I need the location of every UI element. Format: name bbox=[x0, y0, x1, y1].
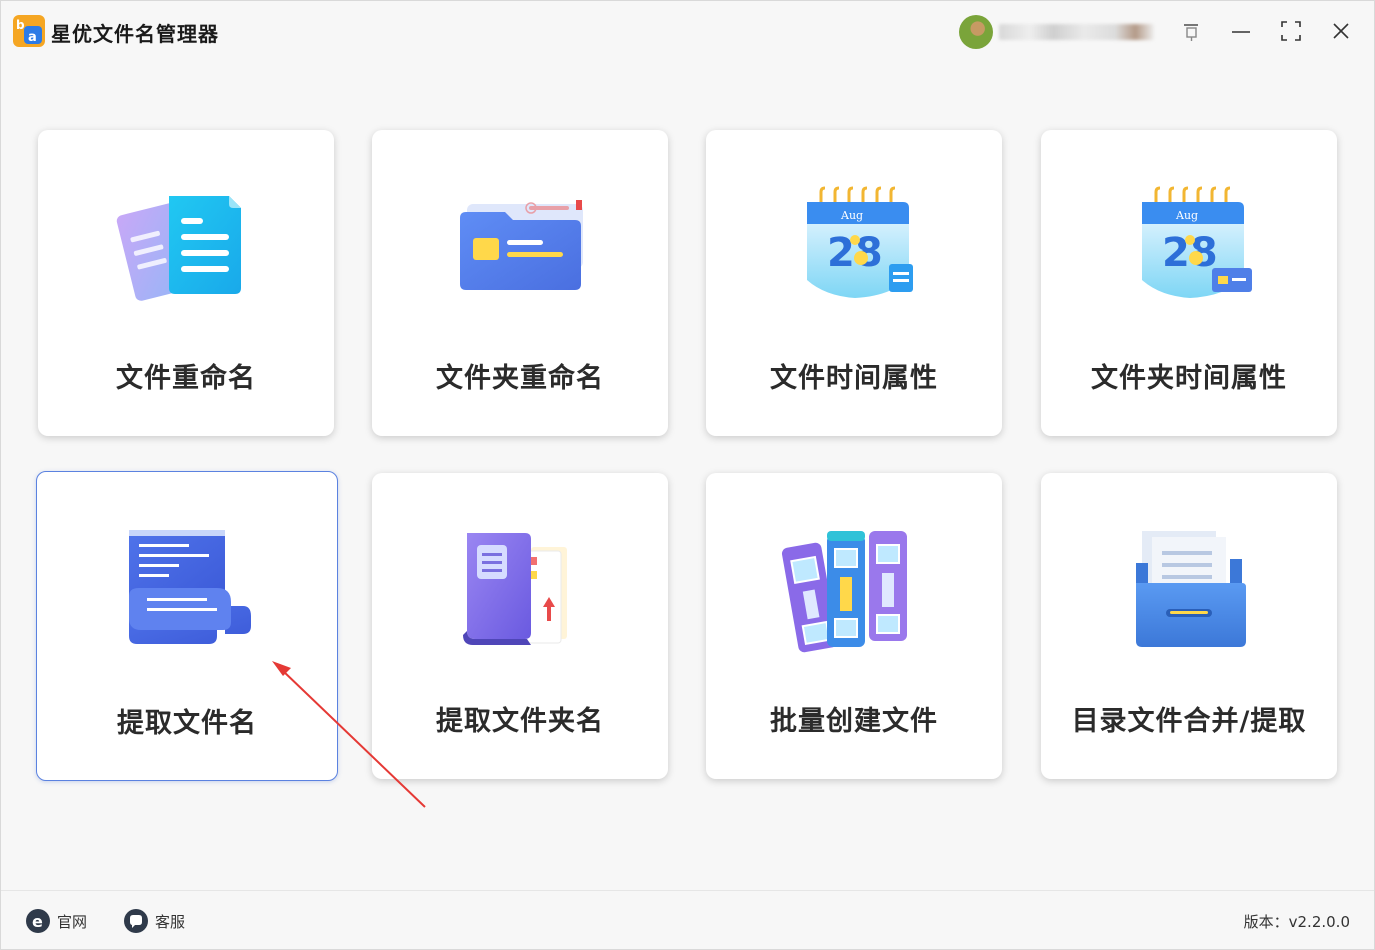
version-text: 版本：v2.2.0.0 bbox=[1243, 913, 1350, 931]
file-time-calendar-icon: Aug 28 bbox=[807, 186, 913, 298]
card-extract-foldername[interactable]: 提取文件夹名 bbox=[372, 473, 668, 779]
close-button[interactable] bbox=[1325, 15, 1357, 47]
app-logo-icon: b a bbox=[13, 15, 45, 47]
maximize-button[interactable] bbox=[1275, 15, 1307, 47]
app-title: 星优文件名管理器 bbox=[51, 22, 219, 46]
card-label: 文件夹时间属性 bbox=[1091, 363, 1287, 394]
pin-button[interactable] bbox=[1175, 15, 1207, 47]
logo-letter-b: b bbox=[16, 18, 25, 32]
support-label: 客服 bbox=[155, 912, 186, 931]
folder-rename-icon bbox=[460, 200, 583, 290]
card-label: 文件时间属性 bbox=[770, 363, 938, 394]
calendar-month: Aug bbox=[840, 209, 863, 222]
extract-foldername-icon bbox=[463, 533, 567, 645]
batch-create-binders-icon bbox=[781, 531, 907, 653]
card-label: 提取文件夹名 bbox=[436, 706, 604, 737]
support-link[interactable]: 客服 bbox=[123, 907, 185, 935]
card-label: 文件夹重命名 bbox=[436, 363, 604, 394]
card-file-rename[interactable]: 文件重命名 bbox=[38, 130, 334, 436]
file-rename-icon bbox=[116, 196, 241, 301]
card-label: 提取文件名 bbox=[117, 708, 257, 739]
card-batch-create[interactable]: 批量创建文件 bbox=[706, 473, 1002, 779]
minimize-button[interactable] bbox=[1225, 15, 1257, 47]
svg-text:e: e bbox=[32, 912, 43, 931]
directory-merge-drawer-icon bbox=[1136, 531, 1246, 647]
card-directory-merge[interactable]: 目录文件合并/提取 bbox=[1041, 473, 1337, 779]
username-redacted bbox=[999, 24, 1154, 40]
avatar[interactable] bbox=[959, 15, 993, 49]
card-label: 文件重命名 bbox=[116, 363, 256, 394]
chat-bubble-icon bbox=[124, 909, 148, 933]
calendar-month: Aug bbox=[1175, 209, 1198, 222]
pin-icon bbox=[1184, 24, 1198, 41]
card-extract-filename[interactable]: 提取文件名 bbox=[36, 471, 338, 781]
extract-filename-icon bbox=[129, 530, 251, 644]
card-folder-time[interactable]: Aug 28 文件夹时间属性 bbox=[1041, 130, 1337, 436]
card-file-time[interactable]: Aug 28 文件时间属性 bbox=[706, 130, 1002, 436]
user-account[interactable] bbox=[959, 15, 1159, 49]
website-label: 官网 bbox=[57, 912, 88, 931]
footer-divider bbox=[1, 890, 1374, 891]
card-folder-rename[interactable]: 文件夹重命名 bbox=[372, 130, 668, 436]
minimize-icon bbox=[1232, 31, 1250, 33]
close-icon bbox=[1333, 23, 1349, 39]
internet-explorer-icon: e bbox=[26, 909, 50, 933]
app-window: b a 星优文件名管理器 文件重命名 文件夹重命名 Aug 28 文件时间属性 … bbox=[0, 0, 1375, 950]
card-label: 目录文件合并/提取 bbox=[1071, 706, 1307, 737]
maximize-icon bbox=[1281, 21, 1301, 41]
folder-time-calendar-icon: Aug 28 bbox=[1142, 186, 1252, 298]
website-link[interactable]: e 官网 bbox=[25, 907, 87, 935]
logo-letter-a: a bbox=[28, 30, 37, 45]
title-bar: b a 星优文件名管理器 bbox=[1, 1, 1374, 61]
card-label: 批量创建文件 bbox=[770, 706, 938, 737]
